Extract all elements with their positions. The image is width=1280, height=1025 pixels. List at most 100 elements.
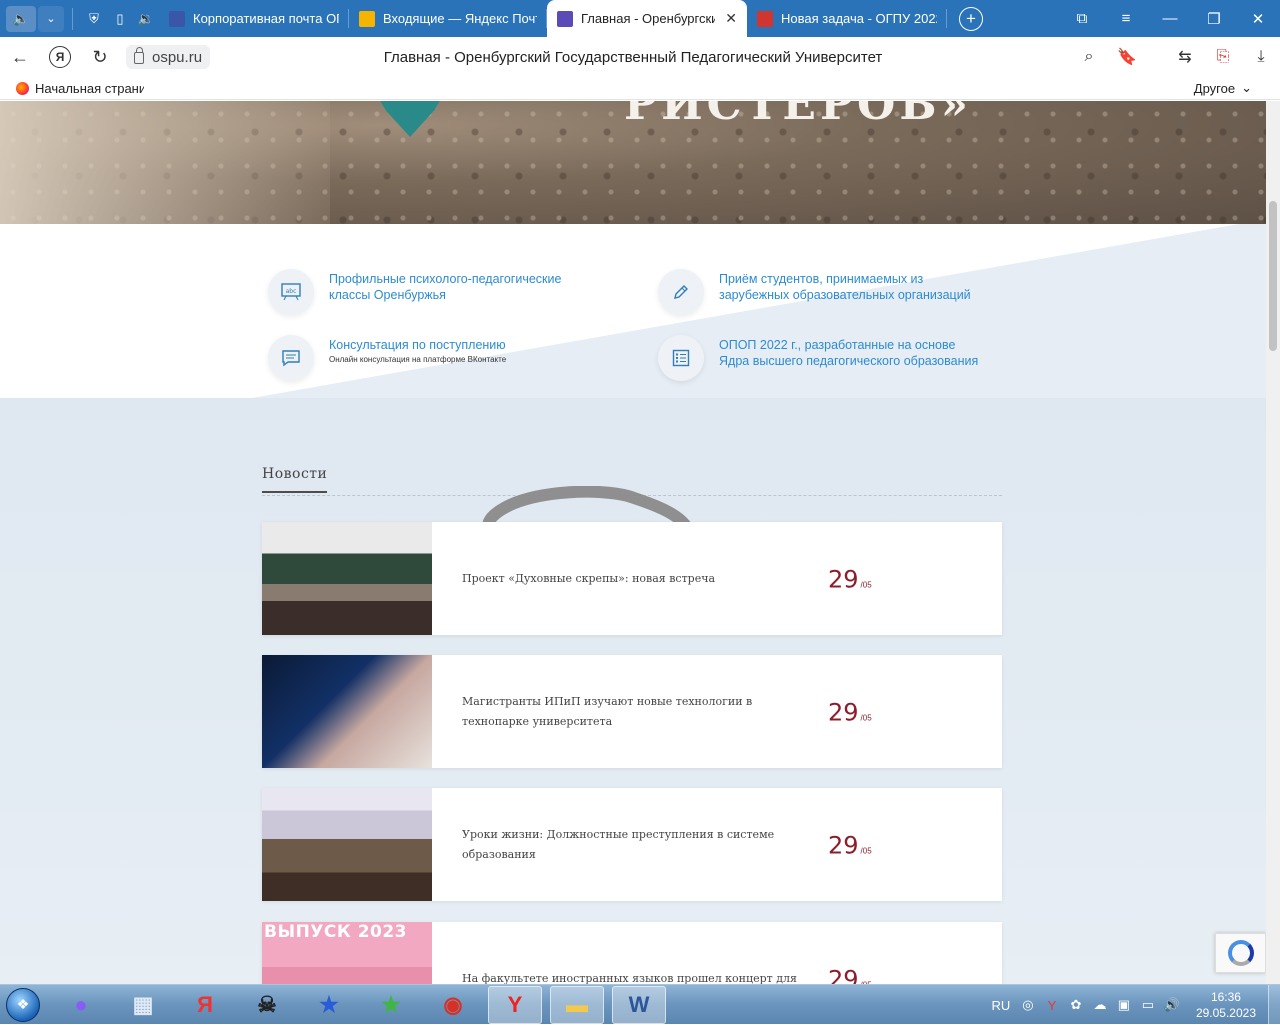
pdf-icon[interactable]: ⎘ (1204, 37, 1242, 77)
task-icon (757, 10, 773, 27)
alice-icon[interactable]: ● (54, 986, 108, 1024)
news-card[interactable]: ВЫПУСК 2023 На факультете иностранных язы… (262, 922, 1002, 984)
news-title[interactable]: Уроки жизни: Должностные преступления в … (462, 788, 812, 901)
clock-time: 16:36 (1210, 990, 1241, 1004)
show-desktop-button[interactable] (1268, 985, 1280, 1025)
pirate-icon[interactable]: ☠ (240, 986, 294, 1024)
download-icon[interactable]: ⤓ (1242, 37, 1280, 77)
news-photo[interactable]: ВЫПУСК 2023 (262, 922, 432, 984)
translate-icon[interactable]: ⇆ (1166, 37, 1204, 77)
news-card[interactable]: Уроки жизни: Должностные преступления в … (262, 788, 1002, 901)
blue-star-icon[interactable]: ★ (302, 986, 356, 1024)
pinned-tab-speaker-icon[interactable]: 🔉 (133, 6, 159, 32)
scroll-thumb[interactable] (1269, 201, 1277, 351)
windows-logo-icon: ❖ (6, 987, 40, 1022)
calculator-icon[interactable]: ▦ (116, 986, 170, 1024)
word-icon[interactable]: W (612, 985, 666, 1024)
news-card[interactable]: Магистранты ИПиП изучают новые технологи… (262, 655, 1002, 768)
browser-tab-bar: 🔈 ⌄ ⛨ ▯ 🔉 Корпоративная почта ОГПУ Входящ… (0, 0, 1280, 37)
news-heading: Новости (262, 466, 328, 493)
green-star-icon[interactable]: ★ (364, 986, 418, 1024)
quick-link-title: ОПОП 2022 г., разработанные на основе Яд… (719, 338, 979, 368)
news-title[interactable]: Магистранты ИПиП изучают новые технологи… (462, 655, 812, 768)
news-photo-caption: ВЫПУСК 2023 (264, 922, 408, 942)
tab-title: Корпоративная почта ОГПУ (193, 11, 339, 26)
quick-link-consult[interactable]: Консультация по поступлению Онлайн консу… (268, 335, 506, 381)
yandex-icon[interactable]: Я (178, 986, 232, 1024)
new-tab-button[interactable]: + (959, 6, 983, 31)
quick-link-opop[interactable]: ОПОП 2022 г., разработанные на основе Яд… (658, 335, 979, 381)
chrome-icon[interactable]: ◉ (426, 986, 480, 1024)
hero-text: РИСТЕРОВ» (624, 101, 973, 130)
browser-tab[interactable]: Новая задача - ОГПУ 2022 (747, 0, 947, 37)
sound-icon[interactable]: 🔈 (6, 5, 36, 32)
bookmark-home[interactable]: Начальная страница (16, 81, 144, 96)
news-photo[interactable] (262, 655, 432, 768)
volume-icon[interactable]: 🔊 (1160, 985, 1184, 1025)
address-bar: ← Я ↻ ospu.ru Главная - Оренбургский Гос… (0, 37, 1280, 77)
windows-taskbar: ❖ ● ▦ Я ☠ ★ ★ ◉ Y ▬ W RU ◎ Y ✿ ☁ ▣ ▭ 🔊 16:36 29.0… (0, 984, 1280, 1025)
start-button[interactable]: ❖ (0, 985, 46, 1025)
tab-title: Новая задача - ОГПУ 2022 (781, 11, 937, 26)
yandex-tray-icon[interactable]: Y (1040, 985, 1064, 1025)
news-date: 29/05 (828, 831, 872, 859)
tab-title: Главная - Оренбургский (581, 11, 716, 26)
news-date-day: 29 (828, 965, 859, 984)
news-date-day: 29 (828, 831, 859, 860)
chevron-down-icon[interactable]: ⌄ (38, 5, 64, 32)
news-photo[interactable] (262, 522, 432, 635)
browser-tab[interactable]: Корпоративная почта ОГПУ (159, 0, 349, 37)
domain-text: ospu.ru (152, 48, 203, 66)
news-photo[interactable] (262, 788, 432, 901)
news-date-month: /05 (860, 713, 872, 723)
hero-banner: РИСТЕРОВ» (0, 101, 1266, 224)
reload-button[interactable]: ↻ (80, 37, 120, 77)
back-button[interactable]: ← (0, 37, 40, 77)
recaptcha-badge[interactable] (1215, 933, 1266, 973)
pen-icon (658, 269, 704, 315)
news-card[interactable]: Проект «Духовные скрепы»: новая встреча 2… (262, 522, 1002, 635)
list-icon (658, 335, 704, 381)
bookmark-other-folder[interactable]: Другое ⌄ (1194, 80, 1252, 96)
news-date: 29/05 (828, 698, 872, 726)
quick-link-subtitle: Онлайн консультация на платформе ВКонтак… (329, 355, 507, 364)
pinned-tab-doc-icon[interactable]: ▯ (107, 6, 133, 32)
pinned-tab-shield-icon[interactable]: ⛨ (81, 6, 107, 32)
abc-board-icon: abc (268, 269, 314, 315)
network-icon[interactable]: ▭ (1136, 985, 1160, 1025)
menu-icon[interactable]: ≡ (1104, 0, 1148, 37)
page-scrollbar[interactable] (1266, 101, 1280, 984)
url-field[interactable]: ospu.ru (126, 45, 211, 69)
news-title[interactable]: На факультете иностранных языков прошел … (462, 922, 812, 985)
quick-link-title: Профильные психолого-педагогические клас… (329, 272, 562, 302)
minimize-button[interactable]: — (1148, 0, 1192, 37)
search-page-icon[interactable]: ⌕ (1070, 37, 1108, 77)
close-tab-icon[interactable]: ✕ (725, 10, 737, 27)
yandex-home-icon (16, 81, 29, 95)
language-indicator[interactable]: RU (986, 985, 1016, 1025)
news-title[interactable]: Проект «Духовные скрепы»: новая встреча (462, 522, 812, 635)
quick-link-title: Приём студентов, принимаемых из зарубежн… (719, 272, 971, 302)
bookmark-icon[interactable]: 🔖 (1108, 37, 1146, 77)
clock[interactable]: 16:36 29.05.2023 (1196, 989, 1256, 1021)
network-speed-icon[interactable]: ◎ (1016, 985, 1040, 1025)
explorer-icon[interactable]: ▬ (550, 985, 604, 1024)
quick-link-classes[interactable]: abc Профильные психолого-педагогические … (268, 269, 604, 315)
browser-tab[interactable]: Главная - Оренбургский ✕ (547, 0, 747, 37)
quick-link-title: Консультация по поступлению (329, 338, 506, 352)
news-date-day: 29 (828, 565, 859, 594)
quick-link-foreign[interactable]: Приём студентов, принимаемых из зарубежн… (658, 269, 989, 315)
browser-tab[interactable]: Входящие — Яндекс Почта (349, 0, 547, 37)
close-window-button[interactable]: ✕ (1236, 0, 1280, 37)
quick-links-section: abc Профильные психолого-педагогические … (0, 224, 1266, 398)
yandex-browser-icon[interactable]: Y (488, 985, 542, 1024)
restore-button[interactable]: ❐ (1192, 0, 1236, 37)
clock-date: 29.05.2023 (1195, 1006, 1256, 1020)
tray-cloud-icon[interactable]: ☁ (1088, 985, 1112, 1025)
system-tray: RU ◎ Y ✿ ☁ ▣ ▭ 🔊 16:36 29.05.2023 (986, 985, 1280, 1025)
tray-app-icon[interactable]: ✿ (1064, 985, 1088, 1025)
news-date-month: /05 (860, 580, 872, 590)
tray-device-icon[interactable]: ▣ (1112, 985, 1136, 1025)
yandex-home-button[interactable]: Я (49, 46, 71, 68)
collections-icon[interactable]: ⧉ (1060, 0, 1104, 37)
